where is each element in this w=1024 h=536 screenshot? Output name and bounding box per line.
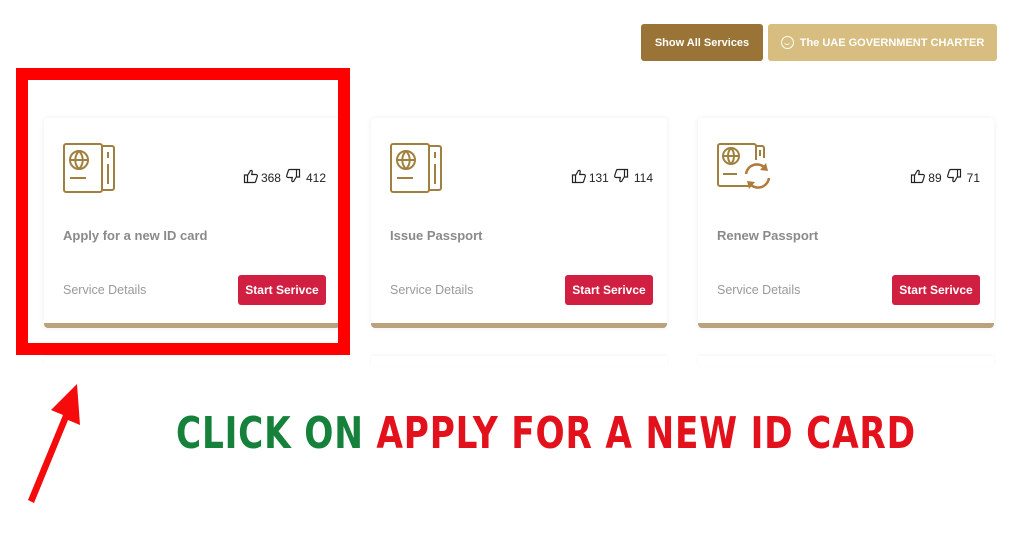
service-card[interactable]: 131 114 Issue Passport Service Details Start… [371,118,667,328]
renew-passport-icon [716,142,772,194]
service-title[interactable]: Issue Passport [390,228,483,243]
next-row-card [698,356,994,366]
thumbs-down-icon[interactable] [946,168,962,187]
instruction-part-green: CLICK ON [176,408,377,459]
votes: 131 114 [571,168,653,187]
votes: 89 71 [910,168,980,187]
passport-icon [389,142,445,194]
start-service-button[interactable]: Start Serivce [892,275,980,305]
instruction-text: CLICK ON APPLY FOR A NEW ID CARD [176,408,916,459]
highlight-box [16,68,350,355]
start-service-button[interactable]: Start Serivce [565,275,653,305]
service-details-link[interactable]: Service Details [717,283,800,297]
thumbs-up-icon[interactable] [910,168,926,187]
service-card[interactable]: 89 71 Renew Passport Service Details Start S… [698,118,994,328]
red-arrow-icon [28,384,80,503]
uae-government-charter-button[interactable]: The UAE GOVERNMENT CHARTER [768,24,997,61]
smile-icon [780,36,794,49]
thumbs-up-icon[interactable] [571,168,587,187]
charter-label: The UAE GOVERNMENT CHARTER [799,36,985,49]
next-row-card [44,356,340,366]
service-title[interactable]: Renew Passport [717,228,818,243]
dislikes-count: 71 [966,170,980,185]
service-details-link[interactable]: Service Details [390,283,473,297]
likes-count: 131 [588,170,609,185]
show-all-services-button[interactable]: Show All Services [641,24,763,61]
dislikes-count: 114 [633,170,653,185]
instruction-part-red: APPLY FOR A NEW ID CARD [376,408,916,459]
likes-count: 89 [928,170,942,185]
thumbs-down-icon[interactable] [613,168,629,187]
next-row-card [371,356,667,366]
